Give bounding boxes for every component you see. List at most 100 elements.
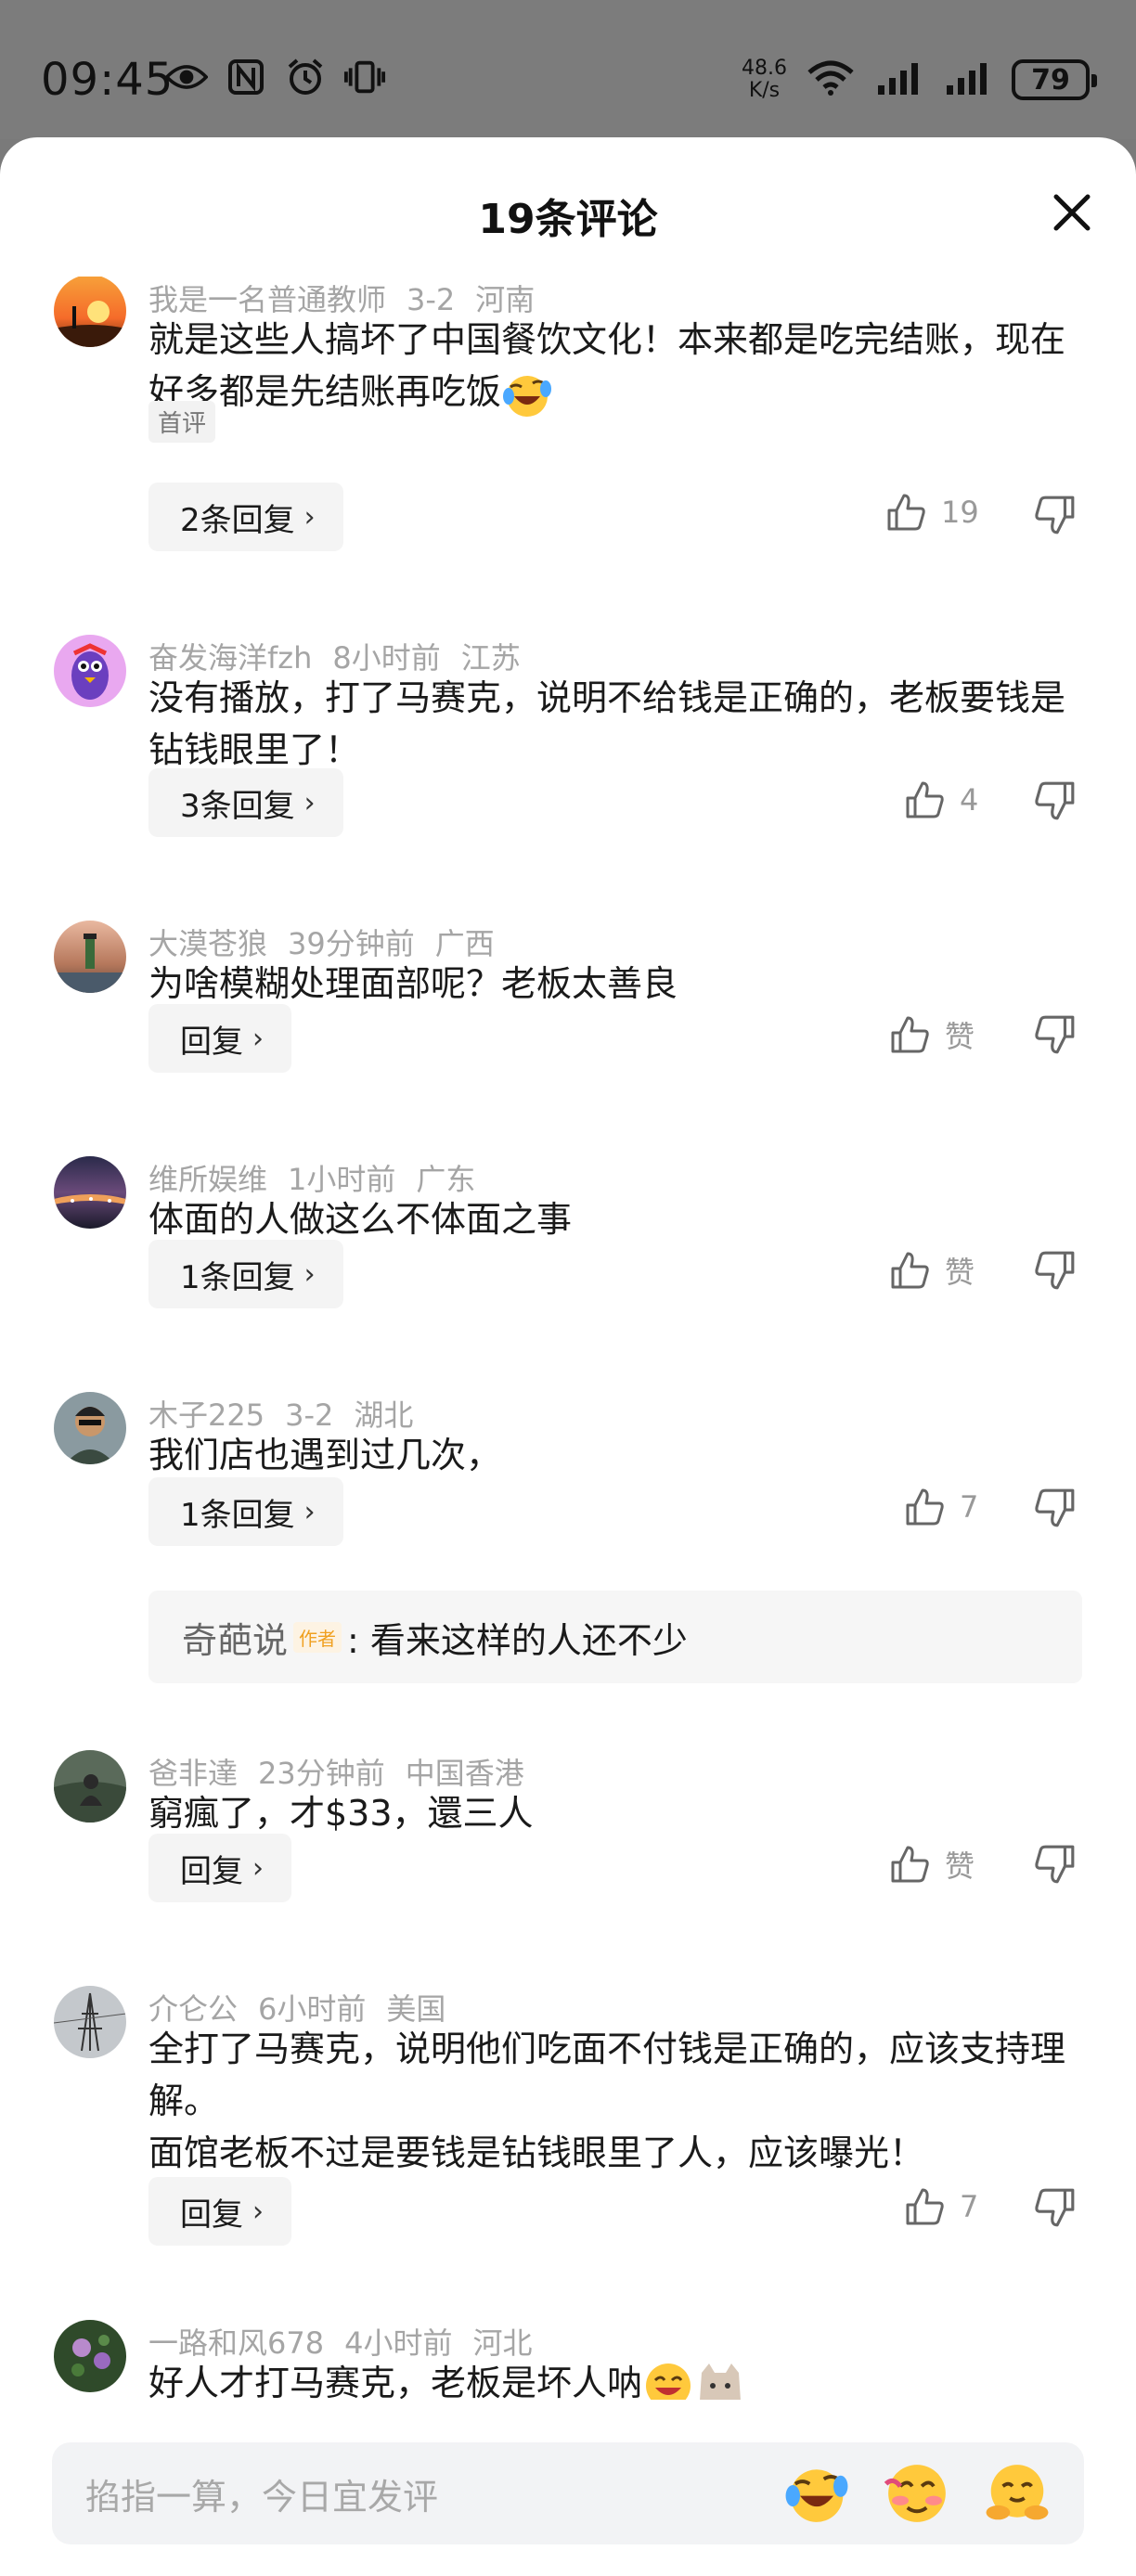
chevron-right-icon: › bbox=[303, 500, 316, 534]
comment-username[interactable]: 介仑公 bbox=[148, 1991, 238, 2027]
eye-icon bbox=[165, 58, 208, 97]
sheet-title: 19条评论 bbox=[478, 196, 658, 243]
close-icon bbox=[1053, 194, 1091, 231]
like-count: 赞 bbox=[945, 1019, 975, 1054]
grin-emoji-icon bbox=[642, 2360, 694, 2400]
comment-location: 湖北 bbox=[354, 1397, 414, 1433]
cat-emoji-icon bbox=[694, 2360, 746, 2400]
thumb-down-icon bbox=[1035, 1488, 1075, 1527]
avatar[interactable] bbox=[54, 1392, 126, 1464]
like-button[interactable]: 4 bbox=[904, 779, 978, 820]
thumb-down-icon bbox=[1035, 1845, 1075, 1884]
thumb-up-icon bbox=[906, 2188, 944, 2225]
chevron-right-icon: › bbox=[303, 786, 316, 819]
thumb-up-icon bbox=[891, 1846, 929, 1883]
comment-location: 江苏 bbox=[460, 640, 521, 676]
comment-text[interactable]: 就是这些人搞坏了中国餐饮文化！本来都是吃完结账，现在好多都是先结账再吃饭 bbox=[148, 314, 1086, 420]
sub-reply-text: : 看来这样的人还不少 bbox=[347, 1619, 688, 1661]
comment-list[interactable]: 我是一名普通教师 3-2 河南 就是这些人搞坏了中国餐饮文化！本来都是吃完结账，现在… bbox=[0, 277, 1136, 2559]
comment-username[interactable]: 爸非達 bbox=[148, 1756, 238, 1791]
status-time: 09:45 bbox=[41, 54, 174, 106]
comment-text[interactable]: 体面的人做这么不体面之事 bbox=[148, 1193, 1086, 1245]
like-button[interactable]: 赞 bbox=[889, 1843, 975, 1886]
hug-emoji-icon[interactable] bbox=[984, 2460, 1051, 2527]
sub-reply-username[interactable]: 奇葩说 bbox=[182, 1612, 288, 1663]
comment-location: 中国香港 bbox=[405, 1756, 524, 1791]
like-button[interactable]: 赞 bbox=[889, 1013, 975, 1056]
chevron-right-icon: › bbox=[303, 1495, 316, 1528]
avatar[interactable] bbox=[54, 2320, 126, 2392]
comment-username[interactable]: 维所娱维 bbox=[148, 1162, 267, 1197]
thumb-up-icon bbox=[891, 1252, 929, 1289]
thumb-down-icon bbox=[1035, 1015, 1075, 1054]
comment-item: 奋发海洋fzh 8小时前 江苏 没有播放，打了马赛克，说明不给钱是正确的，老板要钱是… bbox=[0, 635, 1136, 913]
comment-item: 维所娱维 1小时前 广东 体面的人做这么不体面之事 1条回复 › 赞 bbox=[0, 1156, 1136, 1388]
reply-button[interactable]: 回复 › bbox=[148, 1004, 291, 1073]
battery-indicator: 79 bbox=[1012, 59, 1097, 100]
thumb-down-icon bbox=[1035, 2188, 1075, 2227]
reply-button[interactable]: 回复 › bbox=[148, 2177, 291, 2246]
comment-time: 39分钟前 bbox=[288, 926, 415, 961]
like-button[interactable]: 7 bbox=[904, 2186, 978, 2227]
avatar[interactable] bbox=[54, 1156, 126, 1229]
comment-item: 大漠苍狼 39分钟前 广西 为啥模糊处理面部呢？老板太善良 回复 › 赞 bbox=[0, 921, 1136, 1153]
dislike-button[interactable] bbox=[1034, 1843, 1078, 1887]
dislike-button[interactable] bbox=[1034, 1487, 1078, 1531]
like-count: 19 bbox=[941, 495, 979, 530]
thumb-up-icon bbox=[887, 494, 925, 531]
vibrate-icon bbox=[343, 58, 386, 97]
avatar[interactable] bbox=[54, 1986, 126, 2058]
like-button[interactable]: 7 bbox=[904, 1487, 978, 1527]
dislike-button[interactable] bbox=[1034, 1013, 1078, 1058]
comment-time: 3-2 bbox=[407, 282, 456, 317]
comments-sheet: 19条评论 我是一名普通教师 3-2 河南 就是这些人搞坏了中国餐饮文化！本来都是吃… bbox=[0, 137, 1136, 2576]
like-count: 赞 bbox=[945, 1848, 975, 1884]
comment-username[interactable]: 奋发海洋fzh bbox=[148, 640, 312, 676]
comment-username[interactable]: 大漠苍狼 bbox=[148, 926, 267, 961]
laugh-cry-emoji-icon bbox=[501, 368, 553, 420]
comment-text[interactable]: 窮瘋了，才$33，還三人 bbox=[148, 1787, 1086, 1839]
avatar[interactable] bbox=[54, 1750, 126, 1823]
thumb-down-icon bbox=[1035, 1251, 1075, 1290]
comment-username[interactable]: 我是一名普通教师 bbox=[148, 282, 386, 317]
close-button[interactable] bbox=[1045, 186, 1099, 239]
nfc-icon bbox=[225, 58, 267, 97]
laugh-cry-emoji-icon[interactable] bbox=[783, 2460, 850, 2527]
blush-emoji-icon[interactable] bbox=[884, 2460, 950, 2527]
like-count: 赞 bbox=[945, 1255, 975, 1290]
comment-location: 广东 bbox=[416, 1162, 476, 1197]
view-replies-button[interactable]: 1条回复 › bbox=[148, 1240, 343, 1308]
comment-input-placeholder[interactable]: 掐指一算，今日宜发评 bbox=[85, 2468, 783, 2519]
dislike-button[interactable] bbox=[1034, 2186, 1078, 2231]
sub-reply[interactable]: 奇葩说 作者 : 看来这样的人还不少 bbox=[148, 1591, 1082, 1683]
dislike-button[interactable] bbox=[1034, 779, 1078, 824]
network-speed: 48.6 K/s bbox=[742, 57, 787, 102]
dislike-button[interactable] bbox=[1034, 494, 1078, 538]
comment-text[interactable]: 为啥模糊处理面部呢？老板太善良 bbox=[148, 958, 1086, 1010]
view-replies-button[interactable]: 2条回复 › bbox=[148, 483, 343, 551]
comment-item: 木子225 3-2 湖北 我们店也遇到过几次， 1条回复 › 7 奇葩说 作者 : 看… bbox=[0, 1392, 1136, 1745]
chevron-right-icon: › bbox=[252, 1851, 264, 1885]
view-replies-button[interactable]: 3条回复 › bbox=[148, 768, 343, 837]
comment-username[interactable]: 一路和风678 bbox=[148, 2325, 324, 2361]
avatar[interactable] bbox=[54, 635, 126, 707]
like-button[interactable]: 19 bbox=[885, 492, 979, 533]
comment-text[interactable]: 没有播放，打了马赛克，说明不给钱是正确的，老板要钱是钻钱眼里了！ bbox=[148, 672, 1086, 776]
like-button[interactable]: 赞 bbox=[889, 1249, 975, 1292]
thumb-up-icon bbox=[906, 1488, 944, 1526]
comment-item: 介仑公 6小时前 美国 全打了马赛克，说明他们吃面不付钱是正确的，应该支持理解。 面… bbox=[0, 1986, 1136, 2320]
comment-text[interactable]: 好人才打马赛克，老板是坏人呐 bbox=[148, 2357, 1086, 2400]
reply-button[interactable]: 回复 › bbox=[148, 1834, 291, 1902]
avatar[interactable] bbox=[54, 921, 126, 993]
signal-icon bbox=[874, 59, 924, 100]
comment-username[interactable]: 木子225 bbox=[148, 1397, 265, 1433]
comment-time: 6小时前 bbox=[258, 1991, 367, 2027]
avatar[interactable] bbox=[54, 277, 126, 347]
comment-text[interactable]: 我们店也遇到过几次， bbox=[148, 1429, 1086, 1481]
status-bar: 09:45 48.6 K/s 79 bbox=[0, 0, 1136, 139]
comment-text[interactable]: 全打了马赛克，说明他们吃面不付钱是正确的，应该支持理解。 面馆老板不过是要钱是钻… bbox=[148, 2023, 1086, 2179]
comment-input-bar[interactable]: 掐指一算，今日宜发评 bbox=[52, 2442, 1084, 2544]
view-replies-button[interactable]: 1条回复 › bbox=[148, 1477, 343, 1546]
comment-time: 23分钟前 bbox=[258, 1756, 385, 1791]
dislike-button[interactable] bbox=[1034, 1249, 1078, 1294]
